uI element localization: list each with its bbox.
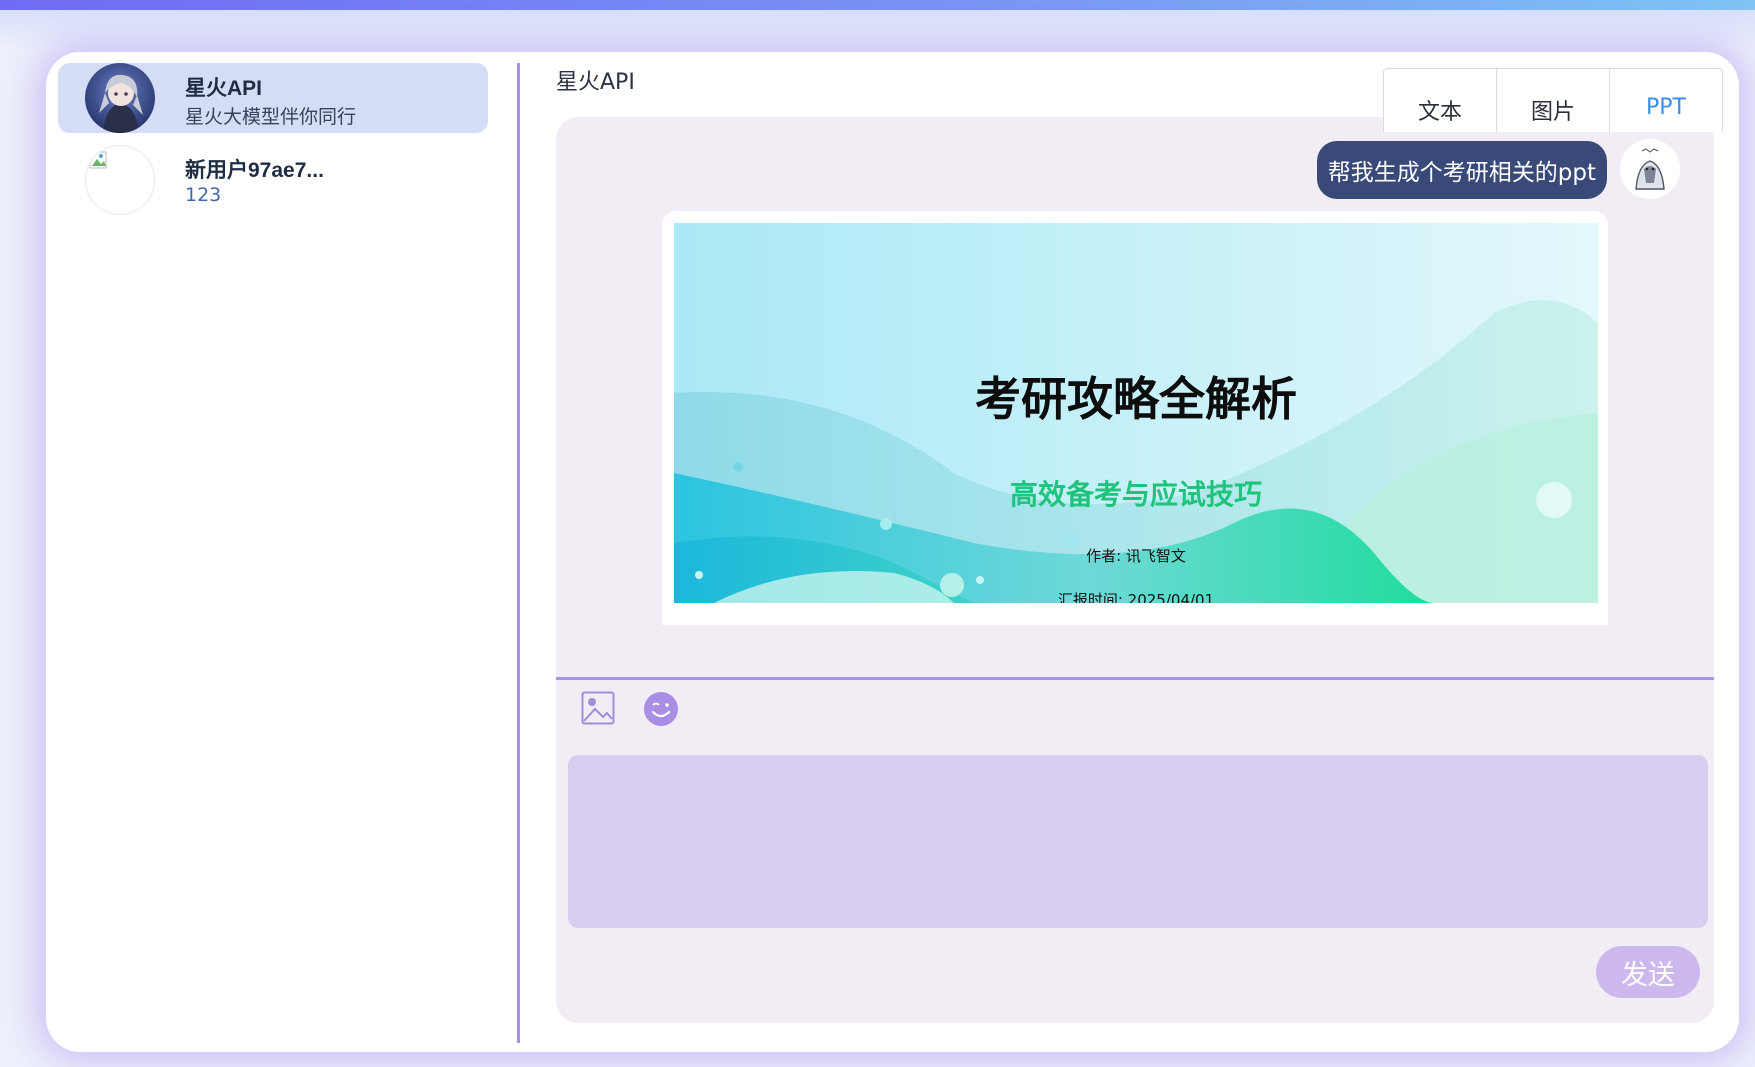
composer-divider [556, 677, 1714, 680]
tab-ppt[interactable]: PPT [1610, 69, 1722, 132]
contact-item-spark-api[interactable]: 星火API 星火大模型伴你同行 [58, 63, 488, 133]
contact-avatar [85, 63, 155, 133]
chat-title: 星火API [556, 70, 635, 95]
ppt-cover-slide: 考研攻略全解析 高效备考与应试技巧 作者: 讯飞智文 汇报时间: 2025/04… [674, 223, 1598, 603]
chat-window: 星火API 星火大模型伴你同行 新用户97ae7... 123 星火API 帮我… [46, 52, 1739, 1052]
contact-name: 星火API [185, 77, 263, 100]
mode-tabs: 文本 图片 PPT [1383, 68, 1723, 132]
ppt-slide-author: 作者: 讯飞智文 [1086, 547, 1186, 565]
contact-name: 新用户97ae7... [185, 159, 324, 182]
contact-item-new-user[interactable]: 新用户97ae7... 123 [58, 145, 488, 215]
broken-image-avatar-icon [85, 145, 155, 215]
message-input[interactable] [568, 755, 1708, 928]
image-icon[interactable] [581, 691, 615, 725]
contact-subtitle: 星火大模型伴你同行 [185, 106, 357, 128]
message-list[interactable]: 帮我生成个考研相关的ppt 考研攻略全解析 高效备考与应试技巧 作者: 讯飞智文… [556, 117, 1714, 625]
ppt-slide-title: 考研攻略全解析 [975, 372, 1297, 426]
sidebar-divider [517, 63, 520, 1043]
contact-subtitle: 123 [185, 184, 222, 206]
send-button[interactable]: 发送 [1596, 946, 1700, 998]
contact-sidebar: 星火API 星火大模型伴你同行 新用户97ae7... 123 [58, 63, 488, 1043]
top-glow [0, 10, 1755, 50]
ppt-slide-subtitle: 高效备考与应试技巧 [1009, 478, 1262, 511]
top-accent-strip [0, 0, 1755, 10]
ppt-preview-card[interactable]: 考研攻略全解析 高效备考与应试技巧 作者: 讯飞智文 汇报时间: 2025/04… [662, 211, 1608, 625]
user-avatar [1620, 139, 1680, 199]
user-message-bubble: 帮我生成个考研相关的ppt [1316, 141, 1607, 199]
tab-text[interactable]: 文本 [1384, 69, 1497, 132]
tab-image[interactable]: 图片 [1497, 69, 1610, 132]
emoji-wink-icon[interactable] [643, 691, 679, 727]
ppt-slide-date: 汇报时间: 2025/04/01 [1057, 591, 1215, 603]
chat-panel: 帮我生成个考研相关的ppt 考研攻略全解析 高效备考与应试技巧 作者: 讯飞智文… [556, 117, 1714, 1023]
